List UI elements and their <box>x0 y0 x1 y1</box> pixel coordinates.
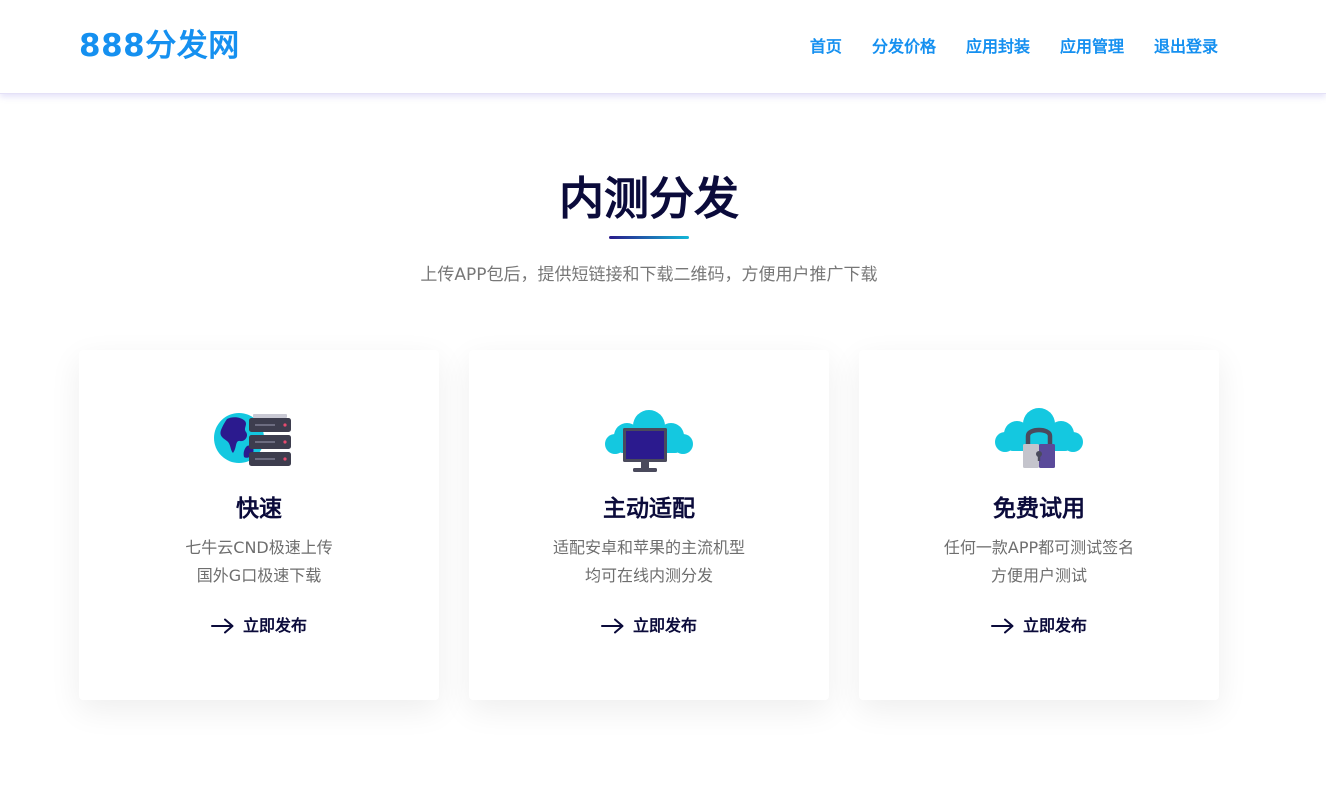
card-desc-line-1: 七牛云CND极速上传 <box>185 538 333 557</box>
publish-button[interactable]: 立即发布 <box>600 614 698 638</box>
card-desc-line-2: 均可在线内测分发 <box>584 566 713 585</box>
nav-item-app-wrap[interactable]: 应用封装 <box>966 35 1030 59</box>
feature-card-adapt: 主动适配 适配安卓和苹果的主流机型 均可在线内测分发 立即发布 <box>469 350 829 700</box>
globe-server-icon <box>213 406 305 476</box>
nav-item-app-manage[interactable]: 应用管理 <box>1060 35 1124 59</box>
publish-button-label: 立即发布 <box>242 616 308 635</box>
page-title: 内测分发 <box>558 172 739 225</box>
card-desc-line-1: 适配安卓和苹果的主流机型 <box>552 538 745 557</box>
card-desc-line-1: 任何一款APP都可测试签名 <box>943 538 1135 557</box>
card-title: 快速 <box>236 496 282 522</box>
nav-item-home[interactable]: 首页 <box>810 35 842 59</box>
card-desc-line-2: 方便用户测试 <box>990 566 1087 585</box>
cloud-monitor-icon <box>603 406 695 476</box>
cloud-lock-icon <box>993 406 1085 476</box>
title-underline <box>609 236 689 239</box>
card-desc-line-2: 国外G口极速下载 <box>196 566 322 585</box>
publish-button[interactable]: 立即发布 <box>210 614 308 638</box>
arrow-right-icon <box>600 618 624 634</box>
nav-item-pricing[interactable]: 分发价格 <box>872 35 936 59</box>
feature-card-free-trial: 免费试用 任何一款APP都可测试签名 方便用户测试 立即发布 <box>859 350 1219 700</box>
publish-button-label: 立即发布 <box>632 616 698 635</box>
page-subtitle: 上传APP包后，提供短链接和下载二维码，方便用户推广下载 <box>420 265 878 285</box>
feature-card-fast: 快速 七牛云CND极速上传 国外G口极速下载 立即发布 <box>79 350 439 700</box>
card-title: 免费试用 <box>993 496 1085 522</box>
arrow-right-icon <box>210 618 234 634</box>
arrow-right-icon <box>990 618 1014 634</box>
card-title: 主动适配 <box>603 496 695 522</box>
nav-item-logout[interactable]: 退出登录 <box>1154 35 1218 59</box>
publish-button[interactable]: 立即发布 <box>990 614 1088 638</box>
publish-button-label: 立即发布 <box>1022 616 1088 635</box>
brand-logo[interactable]: 888分发网 <box>79 26 240 66</box>
top-header: 888分发网 首页 分发价格 应用封装 应用管理 退出登录 <box>0 0 1326 94</box>
main-nav: 首页 分发价格 应用封装 应用管理 退出登录 <box>810 35 1218 59</box>
